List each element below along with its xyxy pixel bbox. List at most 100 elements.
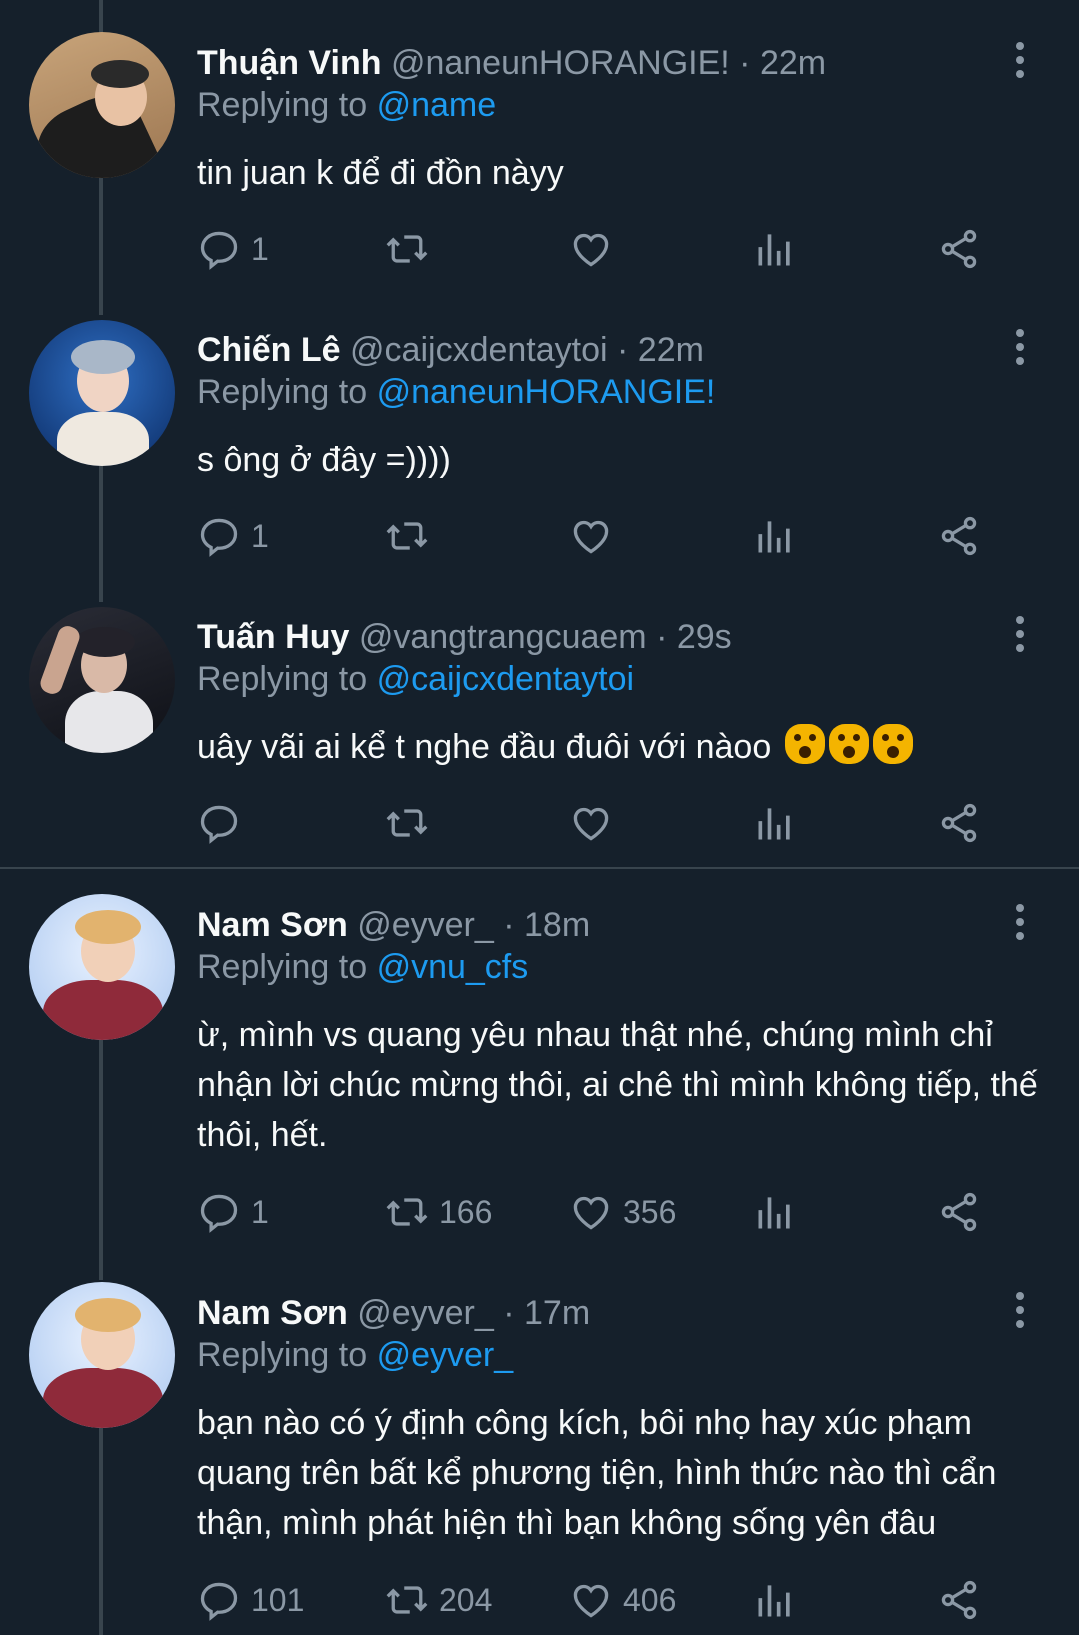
analytics-icon	[758, 521, 790, 553]
more-options-button[interactable]	[1010, 1292, 1030, 1332]
reply-count: 1	[251, 230, 269, 267]
avatar[interactable]	[29, 32, 175, 178]
more-options-button[interactable]	[1010, 42, 1030, 82]
share-button[interactable]	[937, 1187, 981, 1237]
tweet[interactable]: Thuận Vinh @naneunHORANGIE! · 22m Replyi…	[0, 0, 1079, 290]
author-handle[interactable]: @caijcxdentaytoi	[350, 331, 608, 369]
analytics-button[interactable]	[753, 511, 797, 561]
timestamp[interactable]: · 22m	[739, 44, 826, 82]
share-icon	[941, 516, 977, 556]
action-bar: 101 204 406	[197, 1575, 1017, 1625]
reply-count: 101	[251, 1581, 305, 1618]
author-handle[interactable]: @eyver_	[357, 1294, 494, 1332]
action-bar: 1	[197, 224, 1017, 274]
replying-label: Replying to	[197, 660, 368, 698]
heart-icon	[573, 233, 609, 267]
reply-icon	[200, 518, 238, 557]
more-options-button[interactable]	[1010, 329, 1030, 369]
retweet-button[interactable]	[385, 224, 439, 274]
replying-to: Replying to @name	[197, 86, 496, 125]
share-icon	[941, 803, 977, 843]
mention-link[interactable]: @naneunHORANGIE!	[377, 373, 716, 411]
author-name[interactable]: Nam Sơn	[197, 1294, 348, 1332]
reply-icon	[200, 231, 238, 270]
more-options-button[interactable]	[1010, 904, 1030, 944]
like-button[interactable]	[569, 511, 623, 561]
analytics-icon	[758, 1585, 790, 1617]
share-button[interactable]	[937, 1575, 981, 1625]
timestamp[interactable]: · 17m	[503, 1294, 590, 1332]
avatar[interactable]	[29, 894, 175, 1040]
analytics-button[interactable]	[753, 1187, 797, 1237]
mention-link[interactable]: @vnu_cfs	[377, 948, 529, 986]
tweet[interactable]: Nam Sơn @eyver_ · 17m Replying to @eyver…	[0, 1257, 1079, 1635]
avatar[interactable]	[29, 320, 175, 466]
author-handle[interactable]: @vangtrangcuaem	[359, 618, 647, 656]
mention-link[interactable]: @eyver_	[377, 1336, 514, 1374]
share-icon	[941, 1192, 977, 1232]
author-name[interactable]: Chiến Lê	[197, 331, 341, 369]
like-count: 406	[623, 1581, 677, 1618]
replying-to: Replying to @naneunHORANGIE!	[197, 373, 715, 412]
like-button[interactable]: 406	[569, 1575, 676, 1625]
analytics-button[interactable]	[753, 798, 797, 848]
action-bar: 1	[197, 511, 1017, 561]
reply-button[interactable]	[197, 798, 251, 848]
mention-link[interactable]: @caijcxdentaytoi	[377, 660, 635, 698]
share-button[interactable]	[937, 224, 981, 274]
author-row: Nam Sơn @eyver_ · 18m	[197, 906, 590, 945]
author-row: Tuấn Huy @vangtrangcuaem · 29s	[197, 618, 732, 657]
tweet[interactable]: Chiến Lê @caijcxdentaytoi · 22m Replying…	[0, 288, 1079, 575]
tweet-text-container: uây vãi ai kể t nghe đầu đuôi với nàoo	[197, 722, 1047, 772]
avatar[interactable]	[29, 607, 175, 753]
more-options-button[interactable]	[1010, 616, 1030, 656]
like-button[interactable]: 356	[569, 1187, 676, 1237]
share-button[interactable]	[937, 798, 981, 848]
timestamp[interactable]: · 22m	[617, 331, 704, 369]
tweet-text: uây vãi ai kể t nghe đầu đuôi với nàoo	[197, 728, 772, 766]
tweet-text: bạn nào có ý định công kích, bôi nhọ hay…	[197, 1404, 997, 1542]
like-button[interactable]	[569, 798, 623, 848]
share-button[interactable]	[937, 511, 981, 561]
replying-to: Replying to @eyver_	[197, 1336, 513, 1375]
author-name[interactable]: Tuấn Huy	[197, 618, 349, 656]
reply-icon	[200, 1194, 238, 1233]
timestamp[interactable]: · 18m	[503, 906, 590, 944]
author-handle[interactable]: @naneunHORANGIE!	[391, 44, 730, 82]
timestamp[interactable]: · 29s	[656, 618, 732, 656]
like-button[interactable]	[569, 224, 623, 274]
author-row: Chiến Lê @caijcxdentaytoi · 22m	[197, 331, 704, 370]
avatar[interactable]	[29, 1282, 175, 1428]
replying-label: Replying to	[197, 373, 368, 411]
reply-count: 1	[251, 1193, 269, 1230]
mention-link[interactable]: @name	[377, 86, 497, 124]
reply-button[interactable]: 1	[197, 224, 269, 274]
heart-icon	[573, 807, 609, 841]
tweet-text: s ông ở đây =))))	[197, 441, 451, 479]
like-count: 356	[623, 1193, 677, 1230]
scream-cat-emoji	[781, 724, 913, 766]
replying-to: Replying to @caijcxdentaytoi	[197, 660, 634, 699]
author-name[interactable]: Nam Sơn	[197, 906, 348, 944]
retweet-button[interactable]: 166	[385, 1187, 492, 1237]
retweet-icon	[386, 809, 428, 837]
analytics-icon	[758, 1197, 790, 1229]
action-bar: 1 166 356	[197, 1187, 1017, 1237]
tweet[interactable]: Tuấn Huy @vangtrangcuaem · 29s Replying …	[0, 575, 1079, 865]
author-name[interactable]: Thuận Vinh	[197, 44, 381, 82]
retweet-icon	[386, 1586, 428, 1614]
retweet-button[interactable]	[385, 798, 439, 848]
reply-icon	[200, 1582, 238, 1621]
replying-to: Replying to @vnu_cfs	[197, 948, 528, 987]
retweet-button[interactable]	[385, 511, 439, 561]
replying-label: Replying to	[197, 86, 368, 124]
reply-button[interactable]: 1	[197, 1187, 269, 1237]
author-handle[interactable]: @eyver_	[357, 906, 494, 944]
analytics-button[interactable]	[753, 224, 797, 274]
reply-button[interactable]: 101	[197, 1575, 304, 1625]
reply-button[interactable]: 1	[197, 511, 269, 561]
tweet[interactable]: Nam Sơn @eyver_ · 18m Replying to @vnu_c…	[0, 869, 1079, 1257]
retweet-button[interactable]: 204	[385, 1575, 492, 1625]
heart-icon	[573, 1584, 609, 1618]
analytics-button[interactable]	[753, 1575, 797, 1625]
